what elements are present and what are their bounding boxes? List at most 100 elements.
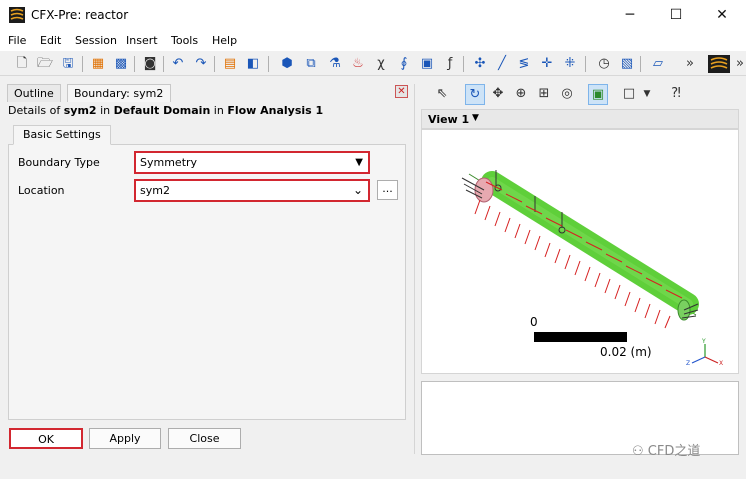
clock-icon[interactable]: ◷ bbox=[594, 54, 614, 74]
menu-file[interactable]: File bbox=[8, 34, 26, 47]
viewer-toolbar: ⇖ ↻ ✥ ⊕ ⊞ ◎ ▣ □ ▼ ⁈ bbox=[420, 83, 746, 107]
line-icon[interactable]: ╱ bbox=[492, 54, 512, 74]
scale-value-label: 0.02 (m) bbox=[600, 345, 652, 359]
close-button[interactable]: Close bbox=[168, 428, 241, 449]
import-mesh-icon[interactable]: ▦ bbox=[88, 54, 108, 74]
ok-button[interactable]: OK bbox=[9, 428, 83, 449]
toolbar-separator bbox=[214, 56, 215, 72]
fx-function-icon[interactable]: ƒ bbox=[440, 54, 460, 74]
monitor-point-icon[interactable]: ✛ bbox=[537, 54, 557, 74]
rotate-icon[interactable]: ↻ bbox=[465, 84, 485, 105]
material-flask-icon[interactable]: ⚗ bbox=[325, 54, 345, 74]
toolbar-separator bbox=[82, 56, 83, 72]
ansys-logo-icon bbox=[708, 55, 730, 73]
curve-icon[interactable]: ≶ bbox=[514, 54, 534, 74]
folder-icon[interactable]: ▤ bbox=[220, 54, 240, 74]
menu-help[interactable]: Help bbox=[212, 34, 237, 47]
toolbar-separator bbox=[640, 56, 641, 72]
tab-outline[interactable]: Outline bbox=[7, 84, 61, 102]
details-in2: in bbox=[210, 104, 228, 117]
menu-insert[interactable]: Insert bbox=[126, 34, 158, 47]
select-pointer-icon[interactable]: ⇖ bbox=[432, 84, 452, 105]
details-domain: Default Domain bbox=[113, 104, 211, 117]
solver-icon[interactable]: ▧ bbox=[617, 54, 637, 74]
close-panel-icon[interactable]: ✕ bbox=[395, 85, 408, 98]
whats-this-help-icon[interactable]: ⁈ bbox=[666, 84, 686, 105]
pan-icon[interactable]: ✥ bbox=[488, 84, 508, 105]
toolbar-overflow-icon-2[interactable]: » bbox=[730, 54, 746, 74]
view-label: View 1 bbox=[428, 113, 470, 126]
3d-viewport[interactable]: 0 0.02 (m) Y Z X bbox=[421, 129, 739, 374]
menu-edit[interactable]: Edit bbox=[40, 34, 61, 47]
svg-text:Z: Z bbox=[686, 360, 690, 367]
svg-text:Y: Y bbox=[701, 338, 706, 345]
minimize-button[interactable]: ─ bbox=[607, 0, 653, 31]
point-icon[interactable]: ✣ bbox=[470, 54, 490, 74]
toolbar-separator bbox=[134, 56, 135, 72]
svg-text:X: X bbox=[719, 360, 723, 367]
boundary-type-label: Boundary Type bbox=[18, 156, 100, 169]
cube-icon[interactable]: ◧ bbox=[243, 54, 263, 74]
zoom-icon[interactable]: ⊕ bbox=[511, 84, 531, 105]
view-dropdown-icon[interactable]: ▼ bbox=[472, 113, 479, 123]
expression-icon[interactable]: χ bbox=[371, 54, 391, 74]
watermark-label: CFD之道 bbox=[647, 444, 701, 459]
app-logo-icon bbox=[9, 7, 25, 23]
subroutine-icon[interactable]: ▣ bbox=[417, 54, 437, 74]
boundary-type-select[interactable]: Symmetry ▼ bbox=[134, 151, 370, 174]
new-file-icon[interactable]: 🗋 bbox=[12, 54, 32, 74]
zoom-box-icon[interactable]: ⊞ bbox=[534, 84, 554, 105]
undo-icon[interactable]: ↶ bbox=[168, 54, 188, 74]
details-in1: in bbox=[96, 104, 114, 117]
title-bar: CFX-Pre: reactor ─ ☐ ✕ bbox=[0, 0, 746, 31]
wechat-icon: ⚇ bbox=[632, 444, 644, 459]
open-file-icon[interactable]: 🗁 bbox=[35, 54, 55, 74]
details-object: sym2 bbox=[63, 104, 97, 117]
zoom-fit-icon[interactable]: ◎ bbox=[557, 84, 577, 105]
dropdown-arrow-icon: ▼ bbox=[355, 157, 363, 168]
grid-points-icon[interactable]: ⁜ bbox=[560, 54, 580, 74]
maximize-button[interactable]: ☐ bbox=[653, 0, 699, 31]
details-heading: Details of sym2 in Default Domain in Flo… bbox=[8, 104, 323, 117]
boundary-icon[interactable]: ⧉ bbox=[301, 54, 321, 74]
main-toolbar: 🗋 🗁 🖫 ▦ ▩ ◙ ↶ ↷ ▤ ◧ ⬢ ⧉ ⚗ ♨ χ ∮ ▣ ƒ ✣ ╱ … bbox=[0, 51, 746, 76]
toolbar-overflow-icon[interactable]: » bbox=[680, 54, 700, 74]
viewport-layout-icon[interactable]: □ bbox=[619, 84, 639, 105]
location-browse-button[interactable]: ... bbox=[377, 180, 398, 200]
axis-triad-icon: Y Z X bbox=[686, 338, 723, 367]
toolbar-separator bbox=[463, 56, 464, 72]
location-value: sym2 bbox=[140, 184, 170, 197]
viewport-header[interactable]: View 1 ▼ bbox=[421, 109, 739, 129]
toolbar-separator bbox=[585, 56, 586, 72]
menu-tools[interactable]: Tools bbox=[171, 34, 198, 47]
save-icon[interactable]: 🖫 bbox=[58, 54, 78, 74]
highlight-icon[interactable]: ▣ bbox=[588, 84, 608, 105]
tab-boundary[interactable]: Boundary: sym2 bbox=[67, 84, 171, 102]
apply-button[interactable]: Apply bbox=[89, 428, 161, 449]
panel-tabs: Outline Boundary: sym2 bbox=[7, 84, 411, 102]
details-analysis: Flow Analysis 1 bbox=[227, 104, 324, 117]
menu-session[interactable]: Session bbox=[75, 34, 117, 47]
redo-icon[interactable]: ↷ bbox=[191, 54, 211, 74]
location-select[interactable]: sym2 ⌄ bbox=[134, 179, 370, 202]
details-prefix: Details of bbox=[8, 104, 64, 117]
panel-splitter[interactable] bbox=[414, 84, 415, 454]
reaction-flame-icon[interactable]: ♨ bbox=[348, 54, 368, 74]
tab-basic-settings[interactable]: Basic Settings bbox=[13, 125, 111, 145]
watermark-text: ⚇ CFD之道 bbox=[632, 440, 700, 459]
solid-box-icon[interactable]: ▱ bbox=[648, 54, 668, 74]
layout-dropdown-icon[interactable]: ▼ bbox=[637, 84, 657, 105]
close-window-button[interactable]: ✕ bbox=[699, 0, 745, 31]
boundary-type-value: Symmetry bbox=[140, 156, 198, 169]
domain-icon[interactable]: ⬢ bbox=[277, 54, 297, 74]
reactor-geometry bbox=[461, 170, 699, 329]
menu-bar: File Edit Session Insert Tools Help bbox=[0, 31, 746, 51]
scale-bar bbox=[534, 332, 627, 342]
geometry-render: 0 0.02 (m) Y Z X bbox=[461, 170, 723, 367]
toolbar-separator bbox=[268, 56, 269, 72]
camera-icon[interactable]: ◙ bbox=[140, 54, 160, 74]
location-label: Location bbox=[18, 184, 65, 197]
window-title: CFX-Pre: reactor bbox=[31, 8, 129, 22]
mesh-icon[interactable]: ▩ bbox=[111, 54, 131, 74]
user-function-icon[interactable]: ∮ bbox=[394, 54, 414, 74]
